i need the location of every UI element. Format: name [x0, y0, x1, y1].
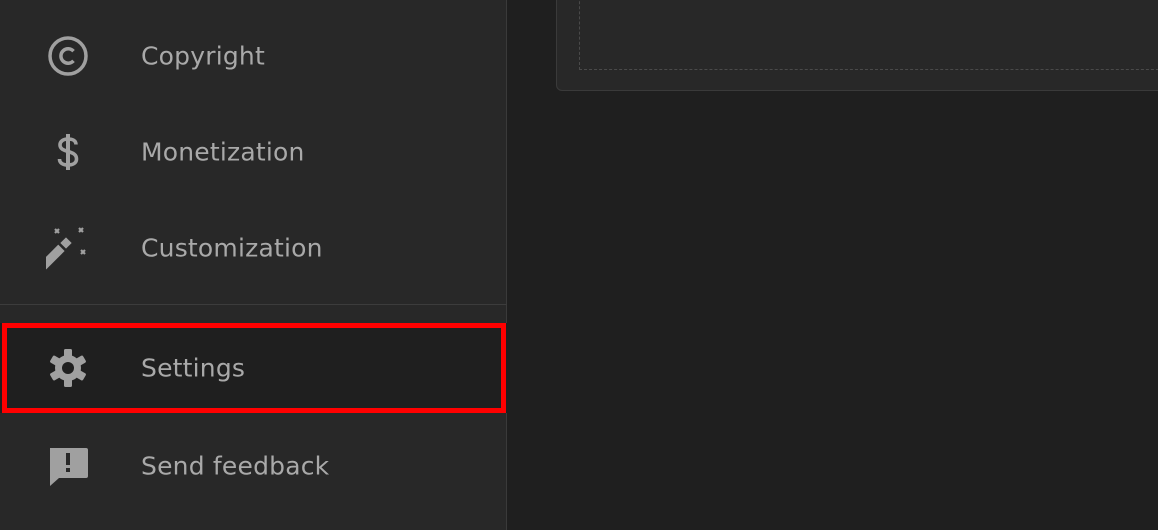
main-content: [508, 0, 1158, 530]
sidebar-item-monetization[interactable]: Monetization: [0, 104, 507, 200]
feedback-icon: [44, 442, 92, 490]
sidebar-item-label: Send feedback: [141, 451, 330, 481]
sidebar-item-customization[interactable]: Customization: [0, 200, 507, 296]
sidebar-divider: [0, 304, 507, 305]
sidebar-item-label: Settings: [141, 353, 246, 383]
sidebar-item-label: Customization: [141, 233, 323, 263]
dollar-icon: [44, 128, 92, 176]
dashed-dropzone[interactable]: [579, 0, 1158, 70]
sidebar-item-label: Copyright: [141, 41, 265, 71]
sidebar-item-send-feedback[interactable]: Send feedback: [0, 418, 507, 514]
copyright-icon: [44, 32, 92, 80]
content-card: [556, 0, 1158, 91]
app-window: Copyright Monetization Customization Set…: [0, 0, 1158, 530]
sidebar-item-settings[interactable]: Settings: [0, 323, 507, 413]
sidebar: Copyright Monetization Customization Set…: [0, 0, 507, 530]
sidebar-item-label: Monetization: [141, 137, 305, 167]
magic-wand-icon: [44, 224, 92, 272]
gear-icon: [44, 344, 92, 392]
sidebar-item-copyright[interactable]: Copyright: [0, 8, 507, 104]
